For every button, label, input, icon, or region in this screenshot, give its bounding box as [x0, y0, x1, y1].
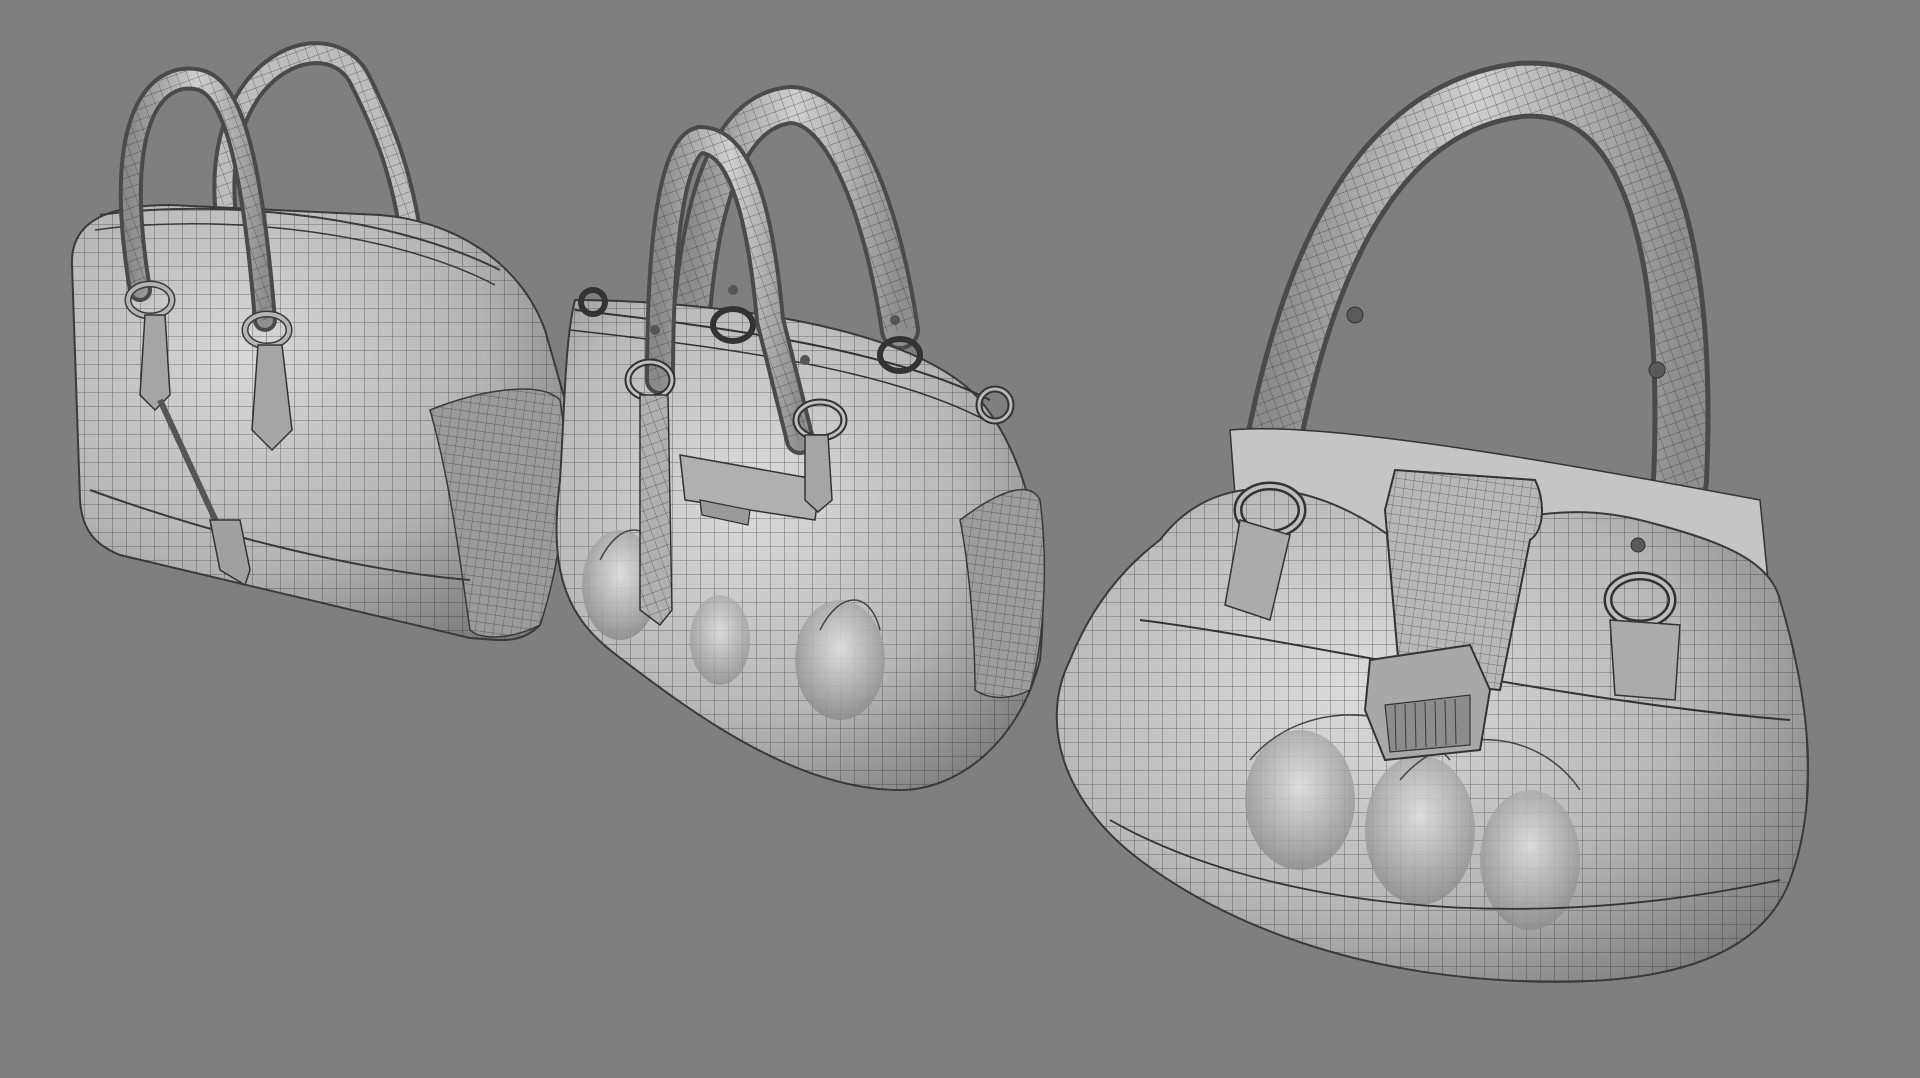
hobo-bag-model[interactable] — [1055, 60, 1810, 983]
3d-viewport[interactable] — [0, 0, 1920, 1078]
tote-bag-model[interactable] — [555, 84, 1046, 792]
scene-svg — [70, 41, 1810, 983]
boston-bag-model[interactable] — [70, 41, 570, 641]
